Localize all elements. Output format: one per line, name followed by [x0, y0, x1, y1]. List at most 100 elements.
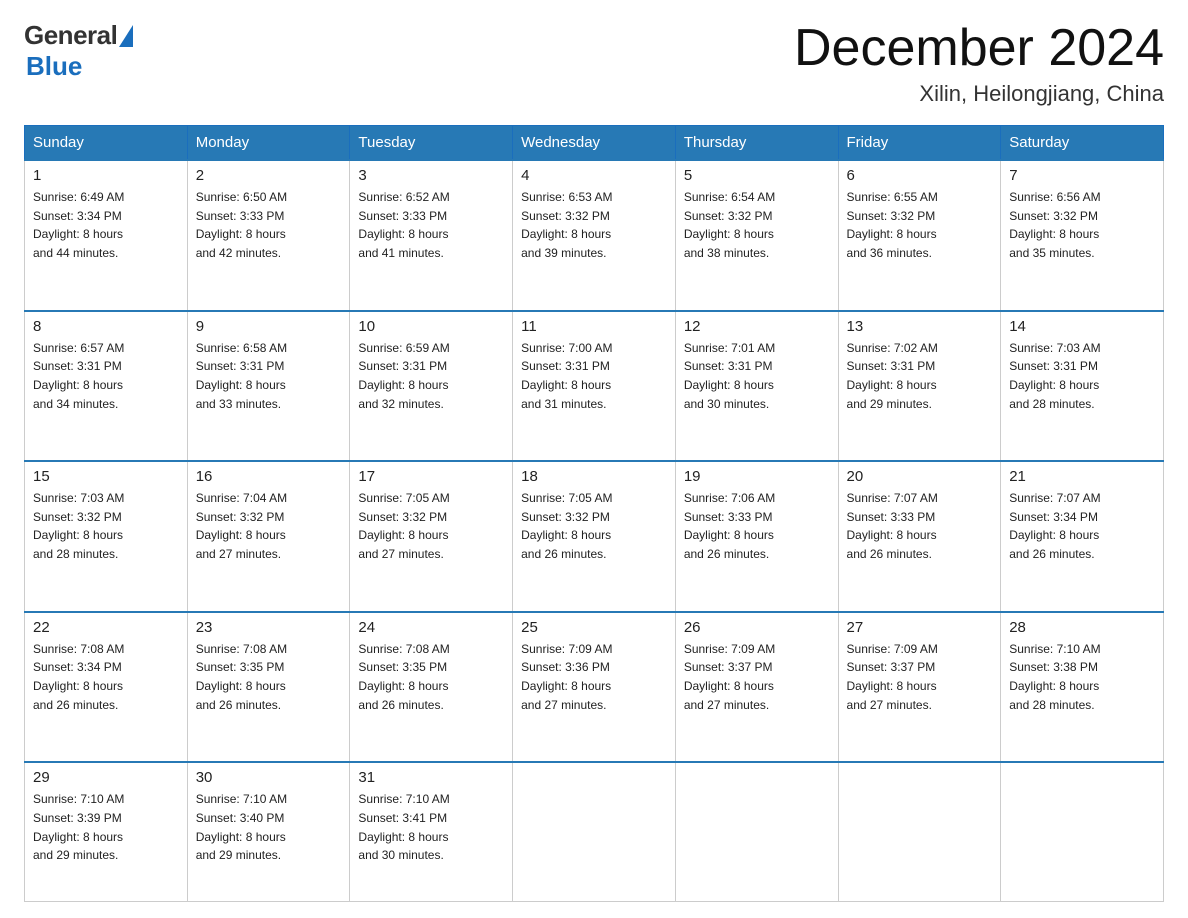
calendar-cell: 19 Sunrise: 7:06 AM Sunset: 3:33 PM Dayli… — [675, 461, 838, 612]
day-number: 22 — [33, 619, 179, 636]
day-number: 1 — [33, 167, 179, 184]
logo: General Blue — [24, 20, 133, 82]
day-number: 24 — [358, 619, 504, 636]
calendar-cell: 21 Sunrise: 7:07 AM Sunset: 3:34 PM Dayli… — [1001, 461, 1164, 612]
day-info: Sunrise: 7:10 AM Sunset: 3:39 PM Dayligh… — [33, 790, 179, 864]
calendar-cell: 18Sunrise: 7:05 AM Sunset: 3:32 PM Dayli… — [513, 461, 676, 612]
day-info: Sunrise: 7:09 AM Sunset: 3:36 PM Dayligh… — [521, 640, 667, 714]
day-info: Sunrise: 7:10 AM Sunset: 3:38 PM Dayligh… — [1009, 640, 1155, 714]
day-number: 23 — [196, 619, 342, 636]
calendar-cell: 10Sunrise: 6:59 AM Sunset: 3:31 PM Dayli… — [350, 311, 513, 462]
day-number: 4 — [521, 167, 667, 184]
calendar-cell — [513, 762, 676, 901]
day-number: 6 — [847, 167, 993, 184]
day-info: Sunrise: 7:04 AM Sunset: 3:32 PM Dayligh… — [196, 489, 342, 563]
calendar-cell — [1001, 762, 1164, 901]
day-info: Sunrise: 6:59 AM Sunset: 3:31 PM Dayligh… — [358, 339, 504, 413]
calendar-cell: 13Sunrise: 7:02 AM Sunset: 3:31 PM Dayli… — [838, 311, 1001, 462]
calendar-cell: 2 Sunrise: 6:50 AM Sunset: 3:33 PM Daylig… — [187, 160, 350, 311]
day-info: Sunrise: 6:50 AM Sunset: 3:33 PM Dayligh… — [196, 188, 342, 262]
header-cell-thursday: Thursday — [675, 126, 838, 161]
calendar-cell: 16 Sunrise: 7:04 AM Sunset: 3:32 PM Dayli… — [187, 461, 350, 612]
calendar-cell: 26Sunrise: 7:09 AM Sunset: 3:37 PM Dayli… — [675, 612, 838, 763]
header: General Blue December 2024 Xilin, Heilon… — [24, 20, 1164, 107]
week-row-5: 29Sunrise: 7:10 AM Sunset: 3:39 PM Dayli… — [25, 762, 1164, 901]
day-info: Sunrise: 7:07 AM Sunset: 3:34 PM Dayligh… — [1009, 489, 1155, 563]
calendar-cell: 1Sunrise: 6:49 AM Sunset: 3:34 PM Daylig… — [25, 160, 188, 311]
day-info: Sunrise: 6:56 AM Sunset: 3:32 PM Dayligh… — [1009, 188, 1155, 262]
day-number: 28 — [1009, 619, 1155, 636]
calendar-cell: 31Sunrise: 7:10 AM Sunset: 3:41 PM Dayli… — [350, 762, 513, 901]
day-info: Sunrise: 7:08 AM Sunset: 3:34 PM Dayligh… — [33, 640, 179, 714]
day-number: 26 — [684, 619, 830, 636]
day-number: 21 — [1009, 468, 1155, 485]
day-info: Sunrise: 6:58 AM Sunset: 3:31 PM Dayligh… — [196, 339, 342, 413]
header-cell-sunday: Sunday — [25, 126, 188, 161]
day-info: Sunrise: 7:08 AM Sunset: 3:35 PM Dayligh… — [358, 640, 504, 714]
day-info: Sunrise: 7:05 AM Sunset: 3:32 PM Dayligh… — [358, 489, 504, 563]
day-number: 7 — [1009, 167, 1155, 184]
day-info: Sunrise: 6:55 AM Sunset: 3:32 PM Dayligh… — [847, 188, 993, 262]
day-info: Sunrise: 7:07 AM Sunset: 3:33 PM Dayligh… — [847, 489, 993, 563]
day-number: 17 — [358, 468, 504, 485]
day-number: 8 — [33, 318, 179, 335]
day-number: 31 — [358, 769, 504, 786]
calendar-cell: 23Sunrise: 7:08 AM Sunset: 3:35 PM Dayli… — [187, 612, 350, 763]
header-cell-saturday: Saturday — [1001, 126, 1164, 161]
calendar-cell: 15 Sunrise: 7:03 AM Sunset: 3:32 PM Dayli… — [25, 461, 188, 612]
day-number: 30 — [196, 769, 342, 786]
calendar-cell: 17 Sunrise: 7:05 AM Sunset: 3:32 PM Dayli… — [350, 461, 513, 612]
day-info: Sunrise: 6:52 AM Sunset: 3:33 PM Dayligh… — [358, 188, 504, 262]
header-cell-monday: Monday — [187, 126, 350, 161]
calendar-cell: 20 Sunrise: 7:07 AM Sunset: 3:33 PM Dayli… — [838, 461, 1001, 612]
day-number: 9 — [196, 318, 342, 335]
calendar-cell: 14 Sunrise: 7:03 AM Sunset: 3:31 PM Dayli… — [1001, 311, 1164, 462]
header-cell-friday: Friday — [838, 126, 1001, 161]
calendar-cell: 4Sunrise: 6:53 AM Sunset: 3:32 PM Daylig… — [513, 160, 676, 311]
calendar-cell: 27 Sunrise: 7:09 AM Sunset: 3:37 PM Dayli… — [838, 612, 1001, 763]
calendar-cell: 8 Sunrise: 6:57 AM Sunset: 3:31 PM Daylig… — [25, 311, 188, 462]
day-number: 15 — [33, 468, 179, 485]
title-section: December 2024 Xilin, Heilongjiang, China — [794, 20, 1164, 107]
day-info: Sunrise: 7:09 AM Sunset: 3:37 PM Dayligh… — [847, 640, 993, 714]
calendar-cell: 22 Sunrise: 7:08 AM Sunset: 3:34 PM Dayli… — [25, 612, 188, 763]
calendar-cell: 6 Sunrise: 6:55 AM Sunset: 3:32 PM Daylig… — [838, 160, 1001, 311]
week-row-2: 8 Sunrise: 6:57 AM Sunset: 3:31 PM Daylig… — [25, 311, 1164, 462]
week-row-3: 15 Sunrise: 7:03 AM Sunset: 3:32 PM Dayli… — [25, 461, 1164, 612]
calendar-cell: 28 Sunrise: 7:10 AM Sunset: 3:38 PM Dayli… — [1001, 612, 1164, 763]
day-number: 14 — [1009, 318, 1155, 335]
week-row-4: 22 Sunrise: 7:08 AM Sunset: 3:34 PM Dayli… — [25, 612, 1164, 763]
day-number: 25 — [521, 619, 667, 636]
day-number: 2 — [196, 167, 342, 184]
calendar-cell: 12 Sunrise: 7:01 AM Sunset: 3:31 PM Dayli… — [675, 311, 838, 462]
calendar-cell: 24 Sunrise: 7:08 AM Sunset: 3:35 PM Dayli… — [350, 612, 513, 763]
day-number: 16 — [196, 468, 342, 485]
day-info: Sunrise: 7:10 AM Sunset: 3:40 PM Dayligh… — [196, 790, 342, 864]
day-info: Sunrise: 7:03 AM Sunset: 3:31 PM Dayligh… — [1009, 339, 1155, 413]
calendar-cell: 5Sunrise: 6:54 AM Sunset: 3:32 PM Daylig… — [675, 160, 838, 311]
day-number: 12 — [684, 318, 830, 335]
header-row: SundayMondayTuesdayWednesdayThursdayFrid… — [25, 126, 1164, 161]
day-number: 3 — [358, 167, 504, 184]
day-info: Sunrise: 6:57 AM Sunset: 3:31 PM Dayligh… — [33, 339, 179, 413]
day-number: 13 — [847, 318, 993, 335]
day-info: Sunrise: 7:01 AM Sunset: 3:31 PM Dayligh… — [684, 339, 830, 413]
calendar-cell: 9 Sunrise: 6:58 AM Sunset: 3:31 PM Daylig… — [187, 311, 350, 462]
header-cell-tuesday: Tuesday — [350, 126, 513, 161]
day-number: 19 — [684, 468, 830, 485]
calendar-cell: 3 Sunrise: 6:52 AM Sunset: 3:33 PM Daylig… — [350, 160, 513, 311]
day-number: 5 — [684, 167, 830, 184]
day-info: Sunrise: 7:06 AM Sunset: 3:33 PM Dayligh… — [684, 489, 830, 563]
calendar-title: December 2024 — [794, 20, 1164, 77]
calendar-cell — [675, 762, 838, 901]
day-number: 20 — [847, 468, 993, 485]
day-info: Sunrise: 7:00 AM Sunset: 3:31 PM Dayligh… — [521, 339, 667, 413]
logo-blue-text: Blue — [26, 51, 82, 82]
calendar-subtitle: Xilin, Heilongjiang, China — [794, 81, 1164, 107]
logo-general-text: General — [24, 20, 117, 51]
header-cell-wednesday: Wednesday — [513, 126, 676, 161]
day-info: Sunrise: 7:05 AM Sunset: 3:32 PM Dayligh… — [521, 489, 667, 563]
day-number: 27 — [847, 619, 993, 636]
calendar-cell: 11Sunrise: 7:00 AM Sunset: 3:31 PM Dayli… — [513, 311, 676, 462]
day-info: Sunrise: 7:03 AM Sunset: 3:32 PM Dayligh… — [33, 489, 179, 563]
